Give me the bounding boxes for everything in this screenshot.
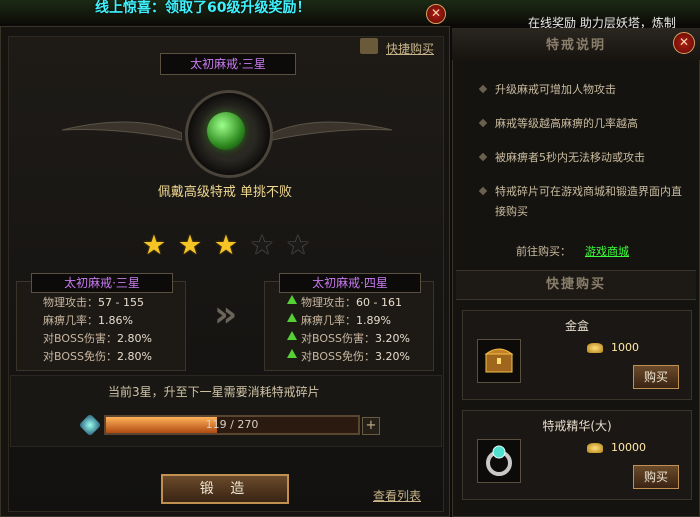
star-filled-icon: ★ (177, 230, 203, 261)
arrow-up-icon (287, 295, 297, 304)
stat-row: 对BOSS免伤：3.20% (287, 348, 410, 364)
ring-essence-icon[interactable] (477, 439, 521, 483)
stat-row: 物理攻击：57 - 155 (43, 296, 144, 309)
next-stats-title: 太初麻戒·四星 (279, 273, 421, 293)
item-name: 金盒 (564, 319, 589, 333)
gold-ingot-icon (587, 343, 603, 353)
chevron-right-icon: » (214, 294, 238, 335)
shop-item: 特戒精华(大) 10000 购买 (462, 410, 692, 500)
quick-buy-header: 快捷购买 (456, 270, 696, 300)
buy-button[interactable]: 购买 (633, 365, 679, 389)
ring-gem-icon[interactable] (207, 112, 245, 150)
ring-info-title: 特戒说明 (545, 38, 606, 53)
top-banner: 线上惊喜：领取了60级升级奖励！ (95, 0, 311, 16)
diamond-bullet-icon (478, 186, 488, 196)
fragment-progress-bar: 119 / 270 (104, 415, 360, 435)
left-wing-ornament (62, 121, 182, 141)
goto-label: 前往购买： (516, 245, 571, 258)
ring-tagline: 佩戴高级特戒 单挑不败 (157, 185, 293, 200)
item-price: 1000 (611, 341, 639, 354)
stat-row: 对BOSS伤害：2.80% (43, 332, 152, 345)
progress-text: 119 / 270 (205, 418, 259, 431)
ring-title: 太初麻戒·三星 (160, 53, 296, 75)
add-fragment-button[interactable]: + (362, 417, 380, 435)
current-stats-box: 太初麻戒·三星 物理攻击：57 - 155 麻痹几率：1.86% 对BOSS伤害… (16, 273, 186, 371)
buy-button[interactable]: 购买 (633, 465, 679, 489)
arrow-up-icon (287, 331, 297, 340)
view-list-link[interactable]: 查看列表 (373, 487, 421, 504)
close-upgrade-button[interactable]: ✕ (426, 4, 446, 24)
star-empty-icon: ★ (249, 230, 275, 261)
arrow-up-icon (287, 313, 297, 322)
next-stats-box: 太初麻戒·四星 物理攻击：60 - 161 麻痹几率：1.89% 对BOSS伤害… (264, 273, 434, 371)
shop-icon (360, 38, 378, 54)
description-item: 特戒碎片可在游戏商城和锻造界面内直接购买 (478, 182, 690, 226)
star-rating: ★ ★ ★ ★ ★ (140, 232, 315, 260)
current-stats-title: 太初麻戒·三星 (31, 273, 173, 293)
arrow-up-icon (287, 349, 297, 358)
shop-item: 金盒 1000 购买 (462, 310, 692, 400)
quick-buy-link[interactable]: 快捷购买 (386, 40, 434, 57)
right-wing-ornament (272, 121, 392, 141)
star-empty-icon: ★ (285, 230, 311, 261)
forge-button[interactable]: 锻 造 (161, 474, 289, 504)
stat-row: 对BOSS伤害：3.20% (287, 330, 410, 346)
progress-note: 当前3星，升至下一星需要消耗特戒碎片 (108, 385, 320, 399)
star-filled-icon: ★ (213, 230, 239, 261)
stat-row: 麻痹几率：1.86% (43, 314, 133, 327)
item-price: 10000 (611, 441, 646, 454)
stat-row: 物理攻击：60 - 161 (287, 294, 402, 310)
close-info-button[interactable]: ✕ (673, 32, 695, 54)
star-filled-icon: ★ (141, 230, 167, 261)
stat-row: 麻痹几率：1.89% (287, 312, 391, 328)
game-shop-link[interactable]: 游戏商城 (585, 243, 629, 259)
treasure-chest-icon[interactable] (477, 339, 521, 383)
stat-row: 对BOSS免伤：2.80% (43, 350, 152, 363)
item-name: 特戒精华(大) (542, 419, 612, 433)
gold-ingot-icon (587, 443, 603, 453)
